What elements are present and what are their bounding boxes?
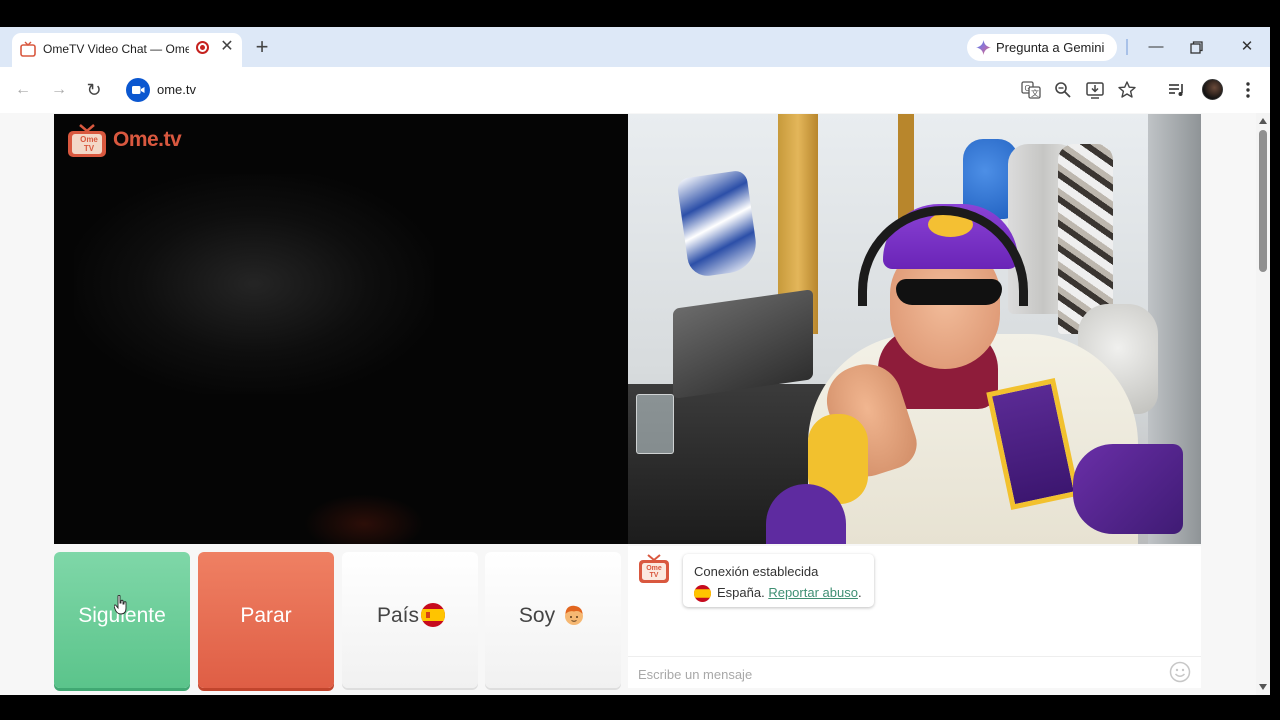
star-icon[interactable]: [1117, 80, 1137, 100]
avatar[interactable]: [1202, 79, 1223, 100]
flag-decoration: [676, 169, 760, 279]
favicon-tv-icon: [20, 41, 36, 57]
local-video-shadow: [74, 174, 434, 394]
page-scrollbar[interactable]: [1256, 113, 1270, 695]
url-text: ome.tv: [157, 82, 197, 97]
minimize-icon[interactable]: —: [1143, 35, 1169, 59]
stop-button-label: Parar: [240, 604, 292, 627]
zoom-icon[interactable]: [1053, 80, 1073, 100]
next-button[interactable]: Siguiente: [54, 552, 190, 688]
tab-separator: [1126, 39, 1128, 55]
boy-emoji-icon: [565, 605, 583, 625]
address-bar[interactable]: ome.tv: [121, 74, 1014, 106]
country-button-label: País: [376, 604, 420, 627]
logo-text: Ome.tv: [113, 128, 182, 151]
system-message-bubble: Conexión establecida España. Reportar ab…: [683, 554, 874, 607]
ometv-logo: Ome TV Ome.tv: [67, 121, 197, 161]
media-icon[interactable]: [1167, 80, 1187, 100]
restore-icon[interactable]: [1190, 41, 1203, 54]
page-viewport: Ome TV Ome.tv Siguiente Parar País Soy O…: [0, 113, 1270, 695]
report-suffix: .: [857, 585, 862, 600]
gemini-button[interactable]: Pregunta a Gemini: [967, 34, 1117, 61]
toolbar: ← → ↻ ome.tv G 文: [0, 67, 1270, 113]
chat-panel: Ome TV Conexión establecida España. Repo…: [628, 546, 1201, 688]
local-video-glow: [304, 494, 424, 544]
country-button[interactable]: País: [342, 552, 478, 688]
forward-icon[interactable]: →: [47, 78, 71, 102]
gemini-label: Pregunta a Gemini: [996, 40, 1105, 55]
spain-flag-icon: [694, 585, 711, 602]
close-window-icon[interactable]: ✕: [1234, 35, 1260, 59]
close-icon[interactable]: ✕: [217, 37, 237, 57]
svg-text:文: 文: [1031, 88, 1039, 98]
purple-sleeve: [1073, 444, 1183, 534]
translate-icon[interactable]: G 文: [1021, 80, 1041, 100]
scroll-up-icon[interactable]: [1259, 118, 1267, 124]
back-icon[interactable]: ←: [11, 78, 35, 102]
scrollbar-thumb[interactable]: [1259, 130, 1267, 272]
country-line: España. Reportar abuso.: [717, 585, 862, 600]
stop-button[interactable]: Parar: [198, 552, 334, 688]
message-input[interactable]: [638, 664, 1158, 684]
browser-window: OmeTV Video Chat — Ome ✕ + Pregunta a Ge…: [0, 27, 1270, 695]
spain-flag-icon: [421, 603, 445, 627]
glass: [636, 394, 674, 454]
reload-icon[interactable]: ↻: [82, 78, 106, 102]
tab-strip: OmeTV Video Chat — Ome ✕ + Pregunta a Ge…: [0, 27, 1270, 67]
local-video: Ome TV Ome.tv: [54, 114, 628, 544]
chat-badge-text: Ome TV: [646, 565, 662, 579]
connection-status: Conexión establecida: [694, 564, 819, 579]
install-icon[interactable]: [1085, 80, 1105, 100]
tab-title: OmeTV Video Chat — Ome: [43, 42, 189, 56]
tab-ometv[interactable]: OmeTV Video Chat — Ome ✕: [12, 33, 242, 67]
chat-ometv-badge: Ome TV: [638, 554, 670, 584]
input-divider: [628, 656, 1201, 657]
gender-button[interactable]: Soy: [485, 552, 621, 688]
video-chip-icon[interactable]: [126, 78, 150, 102]
remote-video: [628, 114, 1201, 544]
kebab-menu-icon[interactable]: [1238, 80, 1258, 100]
smiley-icon[interactable]: [1169, 661, 1191, 683]
record-icon: [196, 41, 209, 54]
report-abuse-link[interactable]: Reportar abuso: [768, 585, 858, 600]
cursor-hand-icon: [114, 595, 127, 615]
logo-badge-text: Ome TV: [80, 135, 98, 153]
plus-icon[interactable]: +: [250, 36, 274, 60]
country-name: España.: [717, 585, 765, 600]
screen: OmeTV Video Chat — Ome ✕ + Pregunta a Ge…: [0, 0, 1280, 720]
gemini-star-icon: [976, 40, 991, 55]
scroll-down-icon[interactable]: [1259, 684, 1267, 690]
